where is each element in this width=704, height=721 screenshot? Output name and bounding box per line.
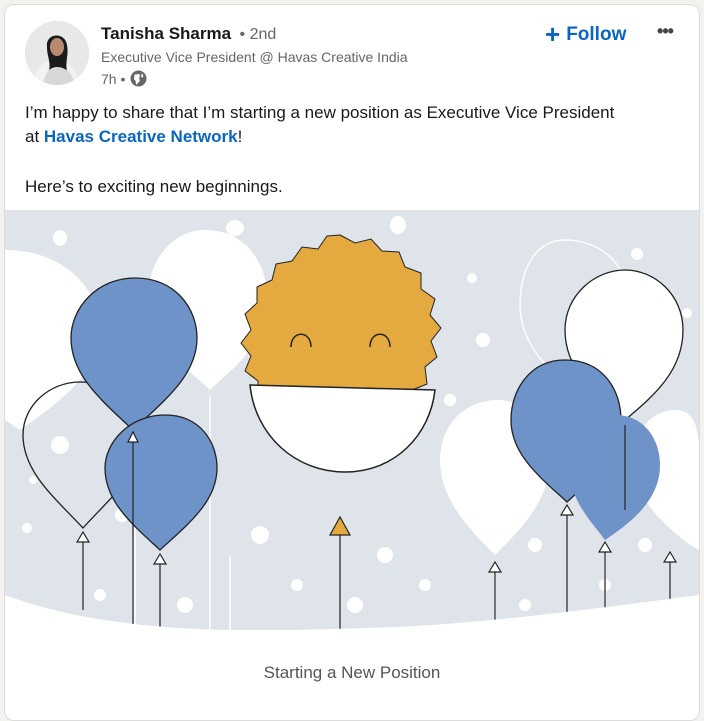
follow-button[interactable]: + Follow bbox=[545, 20, 626, 50]
post-text-line: I’m happy to share that I’m starting a n… bbox=[25, 103, 615, 122]
connection-degree: • 2nd bbox=[239, 26, 277, 43]
follow-label: Follow bbox=[566, 24, 627, 45]
more-options-button[interactable]: ••• bbox=[649, 17, 681, 45]
celebration-illustration[interactable] bbox=[5, 210, 699, 630]
post-text-prefix: at bbox=[25, 127, 44, 146]
post-text-suffix: ! bbox=[237, 127, 243, 146]
media-caption[interactable]: Starting a New Position bbox=[5, 663, 699, 683]
author-name[interactable]: Tanisha Sharma bbox=[101, 24, 231, 43]
author-avatar[interactable] bbox=[25, 21, 89, 85]
post-text-line: Here’s to exciting new beginnings. bbox=[25, 177, 283, 196]
author-name-row: Tanisha Sharma • 2nd bbox=[101, 24, 276, 44]
post-time: 7h • bbox=[101, 70, 126, 87]
globe-icon bbox=[130, 70, 147, 87]
author-headline: Executive Vice President @ Havas Creativ… bbox=[101, 49, 408, 65]
plus-icon: + bbox=[545, 18, 561, 49]
post-card: Tanisha Sharma • 2nd Executive Vice Pres… bbox=[4, 4, 700, 721]
post-meta: 7h • bbox=[101, 70, 147, 87]
post-text-line: at Havas Creative Network! bbox=[25, 125, 675, 149]
company-link[interactable]: Havas Creative Network bbox=[44, 127, 238, 146]
post-text: I’m happy to share that I’m starting a n… bbox=[25, 101, 675, 199]
